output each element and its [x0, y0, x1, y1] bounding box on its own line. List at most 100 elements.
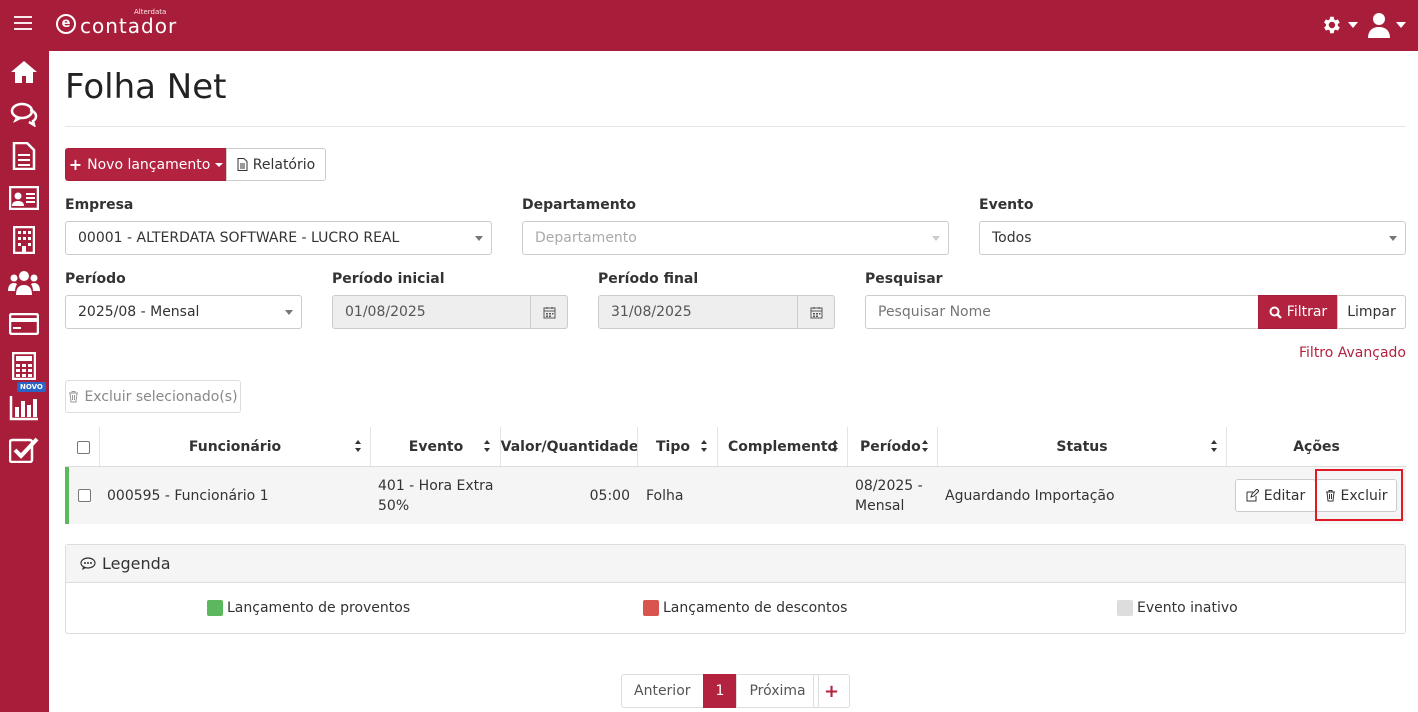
sidebar: NOVO [0, 51, 49, 712]
calendar-icon [543, 306, 555, 318]
sort-icon[interactable] [1210, 439, 1218, 453]
legend-item-inativo: Evento inativo [1117, 600, 1238, 616]
chevron-down-icon [215, 162, 224, 167]
menu-toggle-icon[interactable] [14, 16, 32, 30]
logo-text: contador [80, 14, 178, 38]
users-icon [8, 271, 40, 295]
cell-evento-line1: 401 - Hora Extra [378, 478, 494, 494]
column-header-evento[interactable]: Evento [371, 427, 501, 467]
evento-select[interactable]: Todos [979, 221, 1406, 255]
row-checkbox[interactable] [78, 489, 91, 502]
pagination-page-1[interactable]: 1 [702, 674, 738, 708]
pagination-prev[interactable]: Anterior [621, 674, 704, 708]
sort-icon[interactable] [700, 439, 708, 453]
main-content: Folha Net + Novo lançamento Relatório Em… [49, 51, 1418, 712]
sidebar-item-contacts[interactable] [8, 183, 40, 213]
sidebar-item-calculator[interactable] [8, 351, 40, 381]
periodo-inicial-input[interactable]: 01/08/2025 [332, 295, 531, 329]
edit-button[interactable]: Editar [1235, 479, 1316, 512]
legend-swatch [643, 600, 659, 616]
chevron-down-icon [1396, 22, 1406, 28]
edit-label: Editar [1263, 487, 1306, 504]
pagination: Anterior 1 Próxima [621, 674, 819, 708]
empresa-select[interactable]: 00001 - ALTERDATA SOFTWARE - LUCRO REAL [65, 221, 492, 255]
user-icon [1368, 13, 1390, 38]
delete-selected-button[interactable]: Excluir selecionado(s) [65, 380, 241, 413]
legend-header: Legenda [66, 545, 1405, 583]
checkbox-icon [9, 437, 39, 463]
highlight-box [1315, 469, 1403, 521]
sidebar-item-documents[interactable] [8, 141, 40, 171]
delete-selected-label: Excluir selecionado(s) [84, 388, 238, 405]
pagination-next[interactable]: Próxima [736, 674, 819, 708]
search-input[interactable] [865, 295, 1259, 329]
column-header-complemento[interactable]: Complemento [718, 427, 848, 467]
legend-item-proventos: Lançamento de proventos [207, 600, 410, 616]
chevron-down-icon [1348, 22, 1358, 28]
sort-icon[interactable] [921, 439, 929, 453]
column-header-funcionario[interactable]: Funcionário [100, 427, 370, 467]
select-all-checkbox[interactable] [77, 441, 90, 454]
legend-swatch [1117, 600, 1133, 616]
divider [65, 126, 1406, 127]
clear-button[interactable]: Limpar [1337, 295, 1406, 329]
sort-icon[interactable] [483, 439, 491, 453]
periodo-final-label: Período final [598, 271, 699, 287]
calendar-button[interactable] [797, 295, 835, 329]
filter-button[interactable]: Filtrar [1258, 295, 1338, 329]
document-icon [12, 142, 36, 170]
column-header-status[interactable]: Status [938, 427, 1226, 467]
logo-mark: e [56, 14, 76, 34]
report-label: Relatório [252, 156, 316, 173]
cell-tipo: Folha [646, 488, 684, 504]
sidebar-item-reports[interactable] [8, 393, 40, 423]
comment-icon [80, 556, 96, 570]
cell-status: Aguardando Importação [945, 488, 1115, 504]
legend-label: Evento inativo [1137, 600, 1238, 616]
search-icon [1269, 306, 1282, 319]
sidebar-item-employees[interactable] [8, 267, 40, 297]
new-entry-button[interactable]: + Novo lançamento [65, 148, 227, 181]
column-header-valor[interactable]: Valor/Quantidade [501, 427, 639, 467]
logo-super: Alterdata [134, 8, 167, 16]
sidebar-item-companies[interactable] [8, 225, 40, 255]
periodo-inicial-label: Período inicial [332, 271, 445, 287]
periodo-final-input[interactable]: 31/08/2025 [598, 295, 798, 329]
sort-icon[interactable] [354, 439, 362, 453]
cell-valor: 05:00 [589, 488, 630, 504]
plus-icon: + [68, 155, 83, 174]
edit-icon [1246, 489, 1259, 502]
settings-menu[interactable] [1320, 14, 1358, 36]
gear-icon [1324, 16, 1340, 34]
cell-periodo-line1: 08/2025 - [855, 478, 923, 494]
periodo-label: Período [65, 271, 126, 287]
sidebar-item-home[interactable] [8, 57, 40, 87]
sidebar-item-tasks[interactable] [8, 435, 40, 465]
cell-periodo-line2: Mensal [855, 498, 905, 514]
evento-label: Evento [979, 197, 1034, 213]
calendar-button[interactable] [530, 295, 568, 329]
periodo-inicial-value: 01/08/2025 [345, 304, 426, 320]
chevron-down-icon [475, 236, 483, 241]
calculator-icon [12, 352, 36, 380]
user-menu[interactable] [1368, 12, 1406, 38]
sidebar-item-chat[interactable] [8, 99, 40, 129]
report-button[interactable]: Relatório [226, 148, 326, 181]
departamento-select[interactable]: Departamento [522, 221, 949, 255]
chevron-down-icon [932, 236, 940, 241]
periodo-value: 2025/08 - Mensal [78, 304, 200, 320]
clear-label: Limpar [1347, 304, 1396, 320]
bar-chart-icon [9, 396, 38, 421]
pesquisar-label: Pesquisar [865, 271, 943, 287]
sidebar-item-finance[interactable] [8, 309, 40, 339]
chat-icon [10, 102, 38, 127]
departamento-placeholder: Departamento [535, 230, 637, 246]
filter-label: Filtrar [1286, 304, 1328, 320]
id-card-icon [9, 186, 39, 210]
advanced-filter-link[interactable]: Filtro Avançado [1299, 345, 1406, 361]
new-entry-label: Novo lançamento [87, 156, 211, 173]
legend-item-descontos: Lançamento de descontos [643, 600, 847, 616]
periodo-select[interactable]: 2025/08 - Mensal [65, 295, 302, 329]
sort-icon[interactable] [831, 439, 839, 453]
load-more-button[interactable]: + [813, 674, 850, 708]
